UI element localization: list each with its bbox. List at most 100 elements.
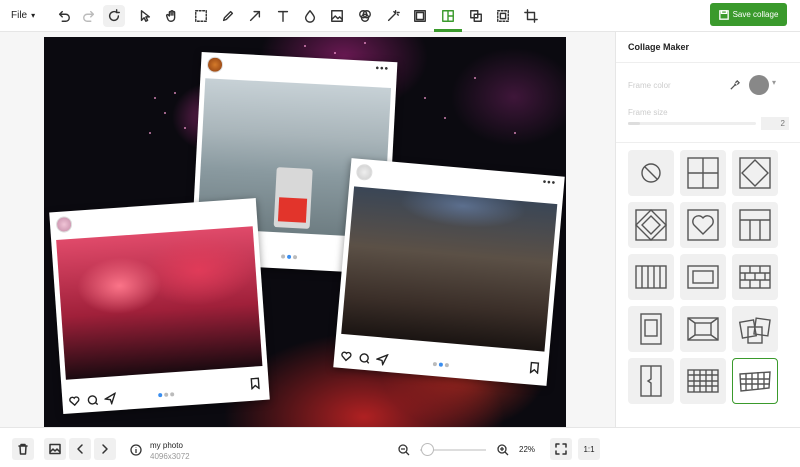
pencil-icon: [222, 10, 234, 22]
comment-icon[interactable]: [358, 351, 371, 364]
next-button[interactable]: [94, 438, 116, 460]
undo-button[interactable]: [53, 5, 75, 27]
frame-size-input[interactable]: 2: [761, 117, 789, 130]
social-post-card[interactable]: [49, 198, 270, 414]
select-tool[interactable]: [134, 5, 156, 27]
layout-brick-button[interactable]: [732, 254, 778, 300]
avatar: [355, 163, 374, 181]
layout-grid-2x2-button[interactable]: [680, 150, 726, 196]
resize-tool[interactable]: [492, 5, 514, 27]
layout-heart-button[interactable]: [680, 202, 726, 248]
polaroids-layout-icon: [738, 317, 771, 344]
zoom-out-button[interactable]: [398, 443, 410, 456]
delete-button[interactable]: [12, 438, 34, 460]
hand-icon: [165, 10, 176, 22]
columns-layout-icon: [739, 209, 771, 241]
bookmark-icon[interactable]: [249, 376, 261, 395]
save-collage-button[interactable]: Save collage: [710, 3, 787, 26]
file-name: my photo: [150, 441, 183, 450]
actual-size-button[interactable]: 1:1: [578, 438, 600, 460]
file-dimensions: 4096x3072: [150, 452, 190, 461]
undo-icon: [58, 10, 70, 22]
draw-tool[interactable]: [217, 5, 239, 27]
layout-columns-button[interactable]: [732, 202, 778, 248]
redo-button[interactable]: [78, 5, 100, 27]
arrow-icon: [249, 10, 261, 22]
frame-size-slider[interactable]: [628, 122, 756, 125]
layout-checkered-torn-button[interactable]: [732, 358, 778, 404]
layout-diamond-grid-button[interactable]: [628, 202, 674, 248]
sparkle: [174, 92, 176, 94]
brick-layout-icon: [739, 265, 771, 289]
collage-image[interactable]: ••• •••: [44, 37, 566, 427]
layout-diamond-button[interactable]: [732, 150, 778, 196]
effects-tool[interactable]: [354, 5, 376, 27]
layout-split-torn-button[interactable]: [628, 358, 674, 404]
top-toolbar: File ▾ Save collage: [0, 0, 800, 32]
window-frame-layout-icon: [640, 313, 662, 345]
change-image-button[interactable]: [44, 438, 66, 460]
avatar: [55, 215, 73, 233]
heart-icon[interactable]: [68, 395, 81, 408]
chevron-down-icon: ▾: [31, 11, 36, 20]
divider: [616, 62, 800, 63]
info-icon[interactable]: [130, 443, 142, 456]
collage-tool[interactable]: [437, 5, 459, 27]
pointer-icon: [140, 10, 151, 22]
comment-icon[interactable]: [86, 394, 99, 407]
sparkle: [444, 117, 446, 119]
zoom-in-icon: [497, 444, 509, 456]
layout-stripes-button[interactable]: [628, 254, 674, 300]
crop-select-tool[interactable]: [190, 5, 212, 27]
more-options-icon[interactable]: •••: [375, 63, 389, 75]
more-options-icon[interactable]: •••: [542, 177, 556, 189]
chevron-down-icon[interactable]: ▾: [772, 78, 776, 87]
frame-tool[interactable]: [409, 5, 431, 27]
ticket-in-hand: [273, 167, 313, 229]
crop-tool[interactable]: [520, 5, 542, 27]
arrow-tool[interactable]: [244, 5, 266, 27]
bookmark-icon[interactable]: [528, 360, 541, 379]
bottom-bar: my photo 4096x3072 22% 1:1: [0, 427, 800, 467]
carousel-pager: [280, 254, 298, 260]
zoom-in-button[interactable]: [497, 443, 509, 456]
layers-tool[interactable]: [465, 5, 487, 27]
reset-button[interactable]: [103, 5, 125, 27]
layout-film-button[interactable]: [680, 254, 726, 300]
avatar: [206, 56, 224, 74]
grid-2x2-icon: [687, 157, 719, 189]
heart-icon[interactable]: [340, 350, 353, 363]
sparkle: [154, 97, 156, 99]
eyedropper-icon: [729, 79, 740, 90]
redo-icon: [83, 10, 95, 22]
refresh-icon: [108, 9, 120, 22]
layout-polaroids-button[interactable]: [732, 306, 778, 352]
eyedropper-button[interactable]: [724, 75, 744, 95]
fill-tool[interactable]: [299, 5, 321, 27]
send-icon[interactable]: [375, 353, 389, 367]
layout-checkered-button[interactable]: [680, 358, 726, 404]
color-circles-icon: [359, 10, 371, 22]
layout-inset-button[interactable]: [680, 306, 726, 352]
post-photo: [56, 226, 263, 380]
frame-color-swatch[interactable]: [749, 75, 769, 95]
magic-tool[interactable]: [382, 5, 404, 27]
send-icon[interactable]: [103, 392, 117, 406]
previous-button[interactable]: [69, 438, 91, 460]
fit-to-screen-button[interactable]: [550, 438, 572, 460]
framed-image-icon: [414, 10, 426, 22]
sparkle: [164, 112, 166, 114]
save-collage-label: Save collage: [732, 10, 779, 19]
zoom-slider-thumb[interactable]: [420, 443, 434, 456]
inset-frame-layout-icon: [687, 317, 719, 341]
file-menu[interactable]: File ▾: [0, 10, 50, 21]
image-tool[interactable]: [326, 5, 348, 27]
layout-window-button[interactable]: [628, 306, 674, 352]
layout-none-button[interactable]: [628, 150, 674, 196]
split-torn-layout-icon: [640, 365, 662, 397]
pan-tool[interactable]: [161, 5, 183, 27]
text-tool[interactable]: [272, 5, 294, 27]
social-post-card[interactable]: •••: [333, 158, 565, 386]
save-icon: [718, 9, 729, 20]
canvas-area: ••• •••: [0, 32, 615, 427]
